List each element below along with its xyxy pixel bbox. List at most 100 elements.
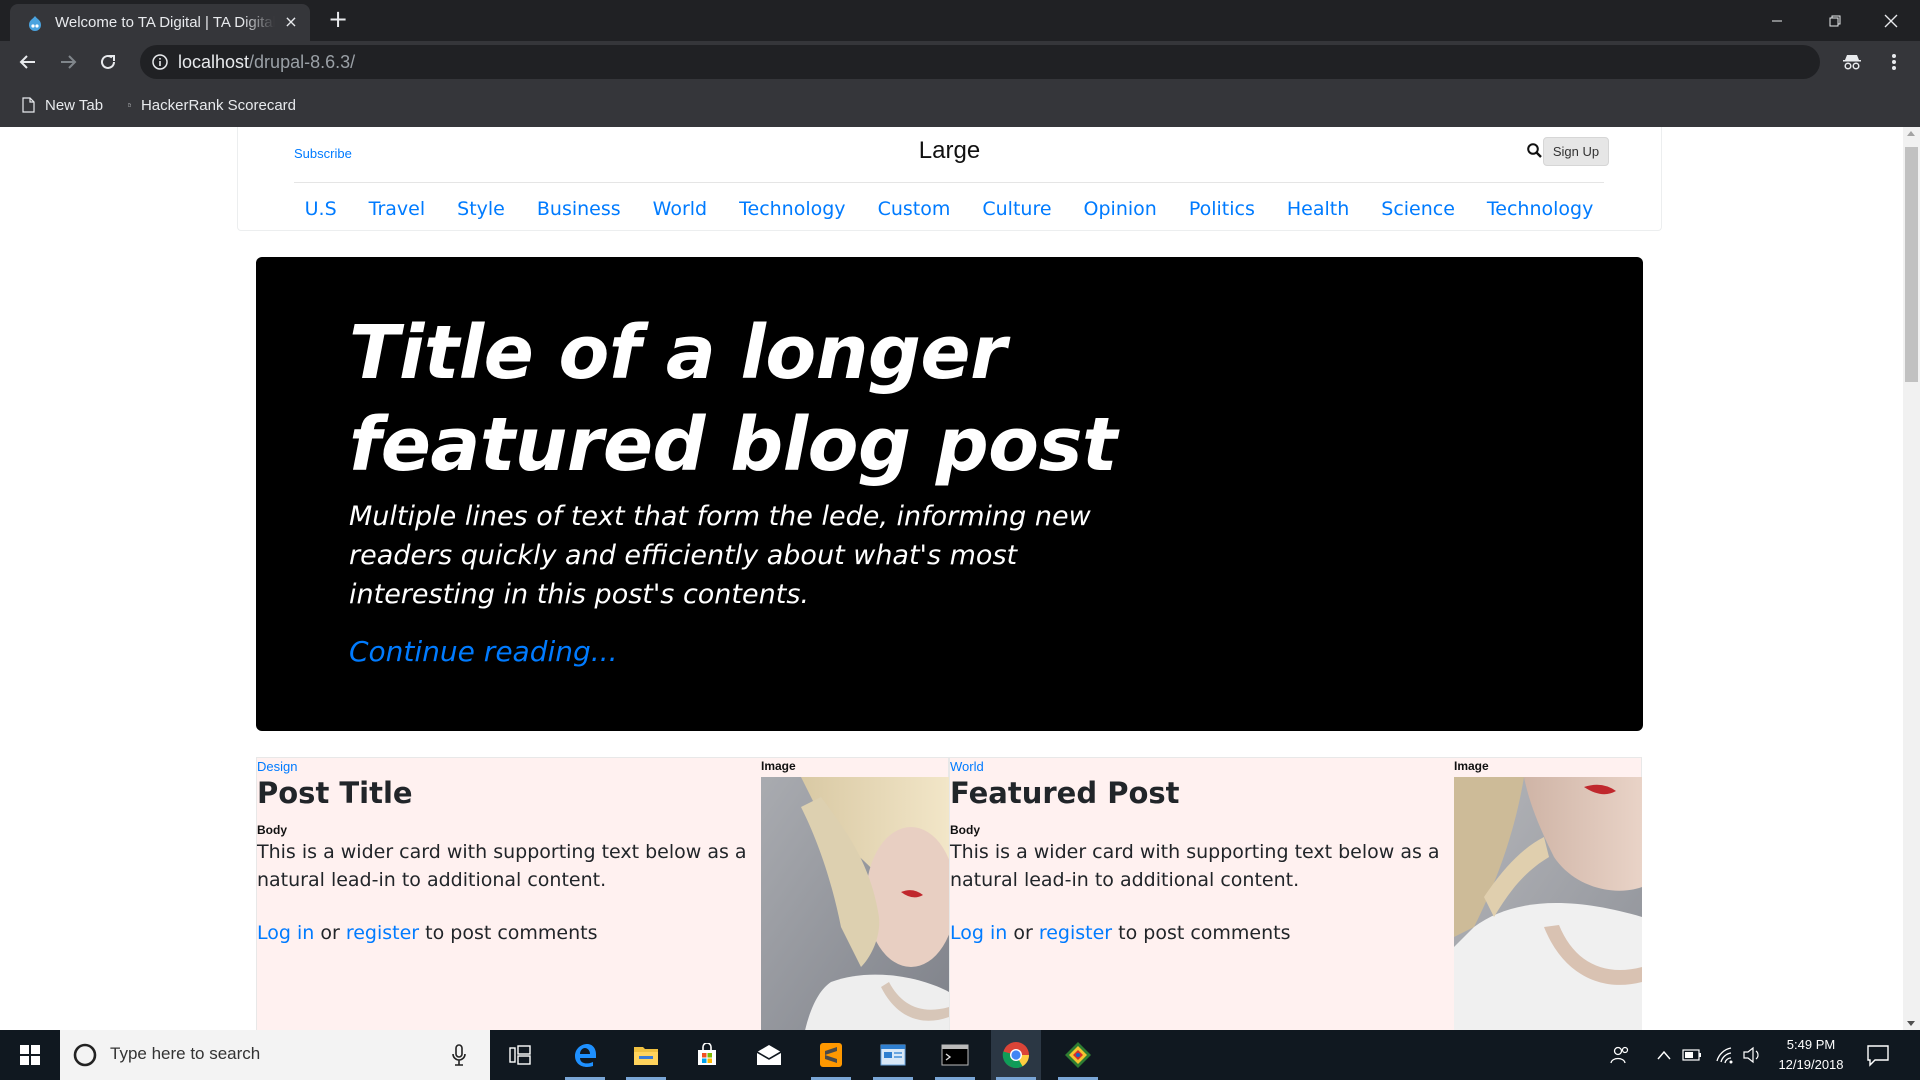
nav-link-us[interactable]: U.S bbox=[305, 194, 337, 220]
card-category-link[interactable]: Design bbox=[257, 759, 297, 774]
scroll-up-arrow-icon[interactable] bbox=[1907, 131, 1915, 136]
featured-jumbotron: Title of a longer featured blog post Mul… bbox=[256, 257, 1643, 731]
mail-icon[interactable] bbox=[744, 1030, 794, 1080]
nav-link-travel[interactable]: Travel bbox=[369, 194, 425, 220]
tab-close-icon[interactable]: × bbox=[282, 13, 300, 31]
post-card: World Featured Post Body This is a wider… bbox=[949, 757, 1642, 1030]
scroll-down-arrow-icon[interactable] bbox=[1907, 1021, 1915, 1026]
card-body-text: This is a wider card with supporting tex… bbox=[950, 841, 1440, 891]
taskbar-clock[interactable]: 5:49 PM 12/19/2018 bbox=[1766, 1035, 1856, 1075]
or-text: or bbox=[1013, 922, 1033, 944]
cortana-circle-icon bbox=[73, 1043, 97, 1067]
chrome-icon[interactable] bbox=[991, 1030, 1041, 1080]
card-image-label: Image bbox=[761, 759, 796, 773]
task-view-icon[interactable] bbox=[495, 1030, 545, 1080]
nav-link-business[interactable]: Business bbox=[537, 194, 621, 220]
store-icon[interactable] bbox=[682, 1030, 732, 1080]
close-window-icon[interactable] bbox=[1862, 0, 1920, 41]
bookmark-label: New Tab bbox=[45, 96, 104, 114]
featured-title: Title of a longer featured blog post bbox=[349, 310, 1117, 488]
category-nav: U.S Travel Style Business World Technolo… bbox=[294, 183, 1604, 231]
terminal-icon[interactable] bbox=[930, 1030, 980, 1080]
drupal-favicon-icon bbox=[29, 16, 41, 31]
url-path: /drupal-8.6.3/ bbox=[249, 52, 356, 72]
forward-icon[interactable] bbox=[56, 50, 80, 74]
search-icon[interactable] bbox=[1526, 142, 1544, 160]
card-comments-line: Log in or register to post comments bbox=[950, 922, 1291, 944]
bookmarks-bar: New Tab HackerRank Scorecard bbox=[0, 83, 1920, 127]
nav-link-health[interactable]: Health bbox=[1287, 194, 1349, 220]
people-icon[interactable] bbox=[1610, 1045, 1630, 1065]
url-text[interactable]: localhost/drupal-8.6.3/ bbox=[178, 52, 355, 73]
sign-up-button[interactable]: Sign Up bbox=[1543, 137, 1609, 166]
login-link[interactable]: Log in bbox=[257, 922, 314, 944]
bookmark-hackerrank[interactable]: HackerRank Scorecard bbox=[128, 94, 296, 116]
windows-taskbar: Type here to search 5:49 PM 12/19/2018 bbox=[0, 1030, 1920, 1080]
comments-suffix: to post comments bbox=[425, 922, 598, 944]
nav-link-science[interactable]: Science bbox=[1381, 194, 1455, 220]
bookmark-label: HackerRank Scorecard bbox=[140, 96, 296, 114]
login-link[interactable]: Log in bbox=[950, 922, 1007, 944]
wifi-icon[interactable] bbox=[1716, 1045, 1736, 1065]
register-link[interactable]: register bbox=[346, 922, 419, 944]
vertical-scrollbar[interactable] bbox=[1903, 127, 1920, 1030]
card-title: Post Title bbox=[257, 776, 413, 810]
reload-icon[interactable] bbox=[96, 50, 120, 74]
continue-reading-link[interactable]: Continue reading... bbox=[349, 635, 617, 668]
page-icon bbox=[22, 97, 35, 113]
address-bar[interactable]: localhost/drupal-8.6.3/ bbox=[140, 45, 1820, 79]
edge-browser-icon[interactable] bbox=[560, 1030, 610, 1080]
file-explorer-icon[interactable] bbox=[621, 1030, 671, 1080]
microphone-icon[interactable] bbox=[452, 1044, 466, 1066]
clock-time: 5:49 PM bbox=[1786, 1037, 1836, 1052]
info-icon[interactable] bbox=[152, 54, 168, 70]
sublime-text-icon[interactable] bbox=[806, 1030, 856, 1080]
card-category-link[interactable]: World bbox=[950, 759, 984, 774]
nav-link-style[interactable]: Style bbox=[457, 194, 505, 220]
nav-link-technology-2[interactable]: Technology bbox=[1487, 194, 1593, 220]
or-text: or bbox=[320, 922, 340, 944]
register-link[interactable]: register bbox=[1039, 922, 1112, 944]
menu-kebab-icon[interactable] bbox=[1882, 50, 1906, 74]
git-kraken-icon[interactable] bbox=[1053, 1030, 1103, 1080]
card-body-label: Body bbox=[257, 823, 287, 837]
restore-icon[interactable] bbox=[1806, 0, 1864, 41]
site-header: Subscribe Large Sign Up U.S Travel Style… bbox=[237, 127, 1662, 231]
browser-tab-active[interactable]: Welcome to TA Digital | TA Digital × bbox=[10, 4, 310, 41]
card-title: Featured Post bbox=[950, 776, 1180, 810]
nav-link-custom[interactable]: Custom bbox=[878, 194, 951, 220]
taskbar-search-box[interactable]: Type here to search bbox=[60, 1030, 490, 1080]
card-image-label: Image bbox=[1454, 759, 1489, 773]
card-comments-line: Log in or register to post comments bbox=[257, 922, 598, 944]
back-icon[interactable] bbox=[16, 50, 40, 74]
bookmark-new-tab[interactable]: New Tab bbox=[22, 94, 103, 116]
nav-link-politics[interactable]: Politics bbox=[1189, 194, 1255, 220]
nav-link-opinion[interactable]: Opinion bbox=[1084, 194, 1157, 220]
page-icon bbox=[128, 103, 131, 107]
minimize-icon[interactable] bbox=[1748, 0, 1806, 41]
nav-link-world[interactable]: World bbox=[653, 194, 707, 220]
nav-link-technology[interactable]: Technology bbox=[739, 194, 845, 220]
volume-icon[interactable] bbox=[1742, 1045, 1762, 1065]
action-center-icon[interactable] bbox=[1866, 1043, 1890, 1067]
outlook-window-icon[interactable] bbox=[868, 1030, 918, 1080]
tab-title: Welcome to TA Digital | TA Digital bbox=[55, 14, 275, 31]
clock-date: 12/19/2018 bbox=[1778, 1057, 1844, 1072]
nav-link-culture[interactable]: Culture bbox=[982, 194, 1051, 220]
card-image bbox=[1454, 777, 1642, 1030]
new-tab-button[interactable]: + bbox=[326, 7, 350, 32]
card-body-text: This is a wider card with supporting tex… bbox=[257, 841, 747, 891]
site-brand[interactable]: Large bbox=[238, 137, 1661, 165]
featured-lede: Multiple lines of text that form the led… bbox=[349, 501, 1091, 610]
url-host: localhost bbox=[178, 52, 250, 72]
taskbar-search-placeholder: Type here to search bbox=[110, 1044, 261, 1063]
tray-chevron-up-icon[interactable] bbox=[1654, 1045, 1674, 1065]
scrollbar-thumb[interactable] bbox=[1905, 147, 1918, 382]
windows-start-icon[interactable] bbox=[0, 1030, 60, 1080]
browser-toolbar: localhost/drupal-8.6.3/ bbox=[0, 41, 1920, 83]
post-card: Design Post Title Body This is a wider c… bbox=[256, 757, 949, 1030]
card-image bbox=[761, 777, 949, 1030]
incognito-icon[interactable] bbox=[1840, 50, 1864, 74]
tab-bar: Welcome to TA Digital | TA Digital × + bbox=[0, 0, 1920, 41]
battery-icon[interactable] bbox=[1682, 1045, 1702, 1065]
